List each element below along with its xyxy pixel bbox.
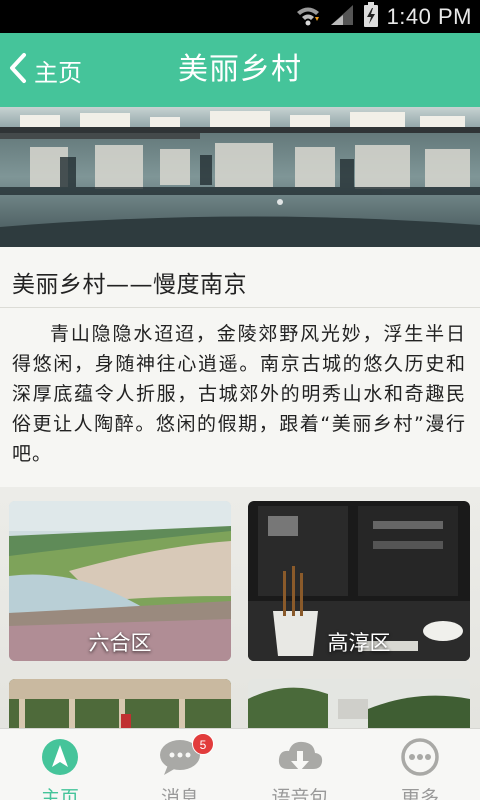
district-tile-gaochun[interactable]: 高淳区 bbox=[248, 501, 470, 661]
district-label: 高淳区 bbox=[327, 631, 391, 655]
nav-voice-pack[interactable]: 语音包 bbox=[240, 729, 360, 800]
nav-messages[interactable]: 5 消息 bbox=[120, 729, 240, 800]
battery-charging-icon bbox=[363, 1, 379, 32]
status-icons: 1:40 PM bbox=[295, 1, 472, 32]
article-body: 青山隐隐水迢迢，金陵郊野风光妙，浮生半日得悠闲，身随神往心逍遥。南京古城的悠久历… bbox=[12, 323, 466, 465]
status-bar: 1:40 PM bbox=[0, 0, 480, 33]
article-section: 美丽乡村——慢度南京 青山隐隐水迢迢，金陵郊野风光妙，浮生半日得悠闲，身随神往心… bbox=[0, 247, 480, 487]
district-grid: 六合区 高淳区 bbox=[0, 487, 480, 728]
district-tile-3[interactable] bbox=[9, 679, 231, 728]
more-dots-icon bbox=[400, 737, 440, 781]
unread-badge: 5 bbox=[192, 733, 214, 755]
article-title: 美丽乡村——慢度南京 bbox=[12, 272, 247, 298]
wifi-icon bbox=[295, 3, 321, 31]
cloud-download-icon bbox=[276, 737, 324, 781]
nav-home[interactable]: 主页 bbox=[0, 729, 120, 800]
divider bbox=[0, 307, 480, 308]
nav-label: 语音包 bbox=[271, 787, 329, 800]
banner-image bbox=[0, 107, 480, 247]
nav-more[interactable]: 更多 bbox=[360, 729, 480, 800]
nav-label: 主页 bbox=[40, 787, 79, 800]
app-header: 主页 美丽乡村 bbox=[0, 33, 480, 107]
page-title: 美丽乡村 bbox=[178, 52, 302, 87]
navigation-arrow-icon bbox=[40, 737, 80, 781]
district-label: 六合区 bbox=[88, 631, 152, 655]
bottom-nav: 主页 5 消息 语音包 更多 bbox=[0, 728, 480, 800]
nav-label: 消息 bbox=[160, 787, 199, 800]
signal-icon bbox=[329, 3, 355, 31]
nav-label: 更多 bbox=[400, 787, 439, 800]
district-tile-4[interactable] bbox=[248, 679, 470, 728]
district-tile-liuhe[interactable]: 六合区 bbox=[9, 501, 231, 661]
status-time: 1:40 PM bbox=[386, 3, 472, 29]
